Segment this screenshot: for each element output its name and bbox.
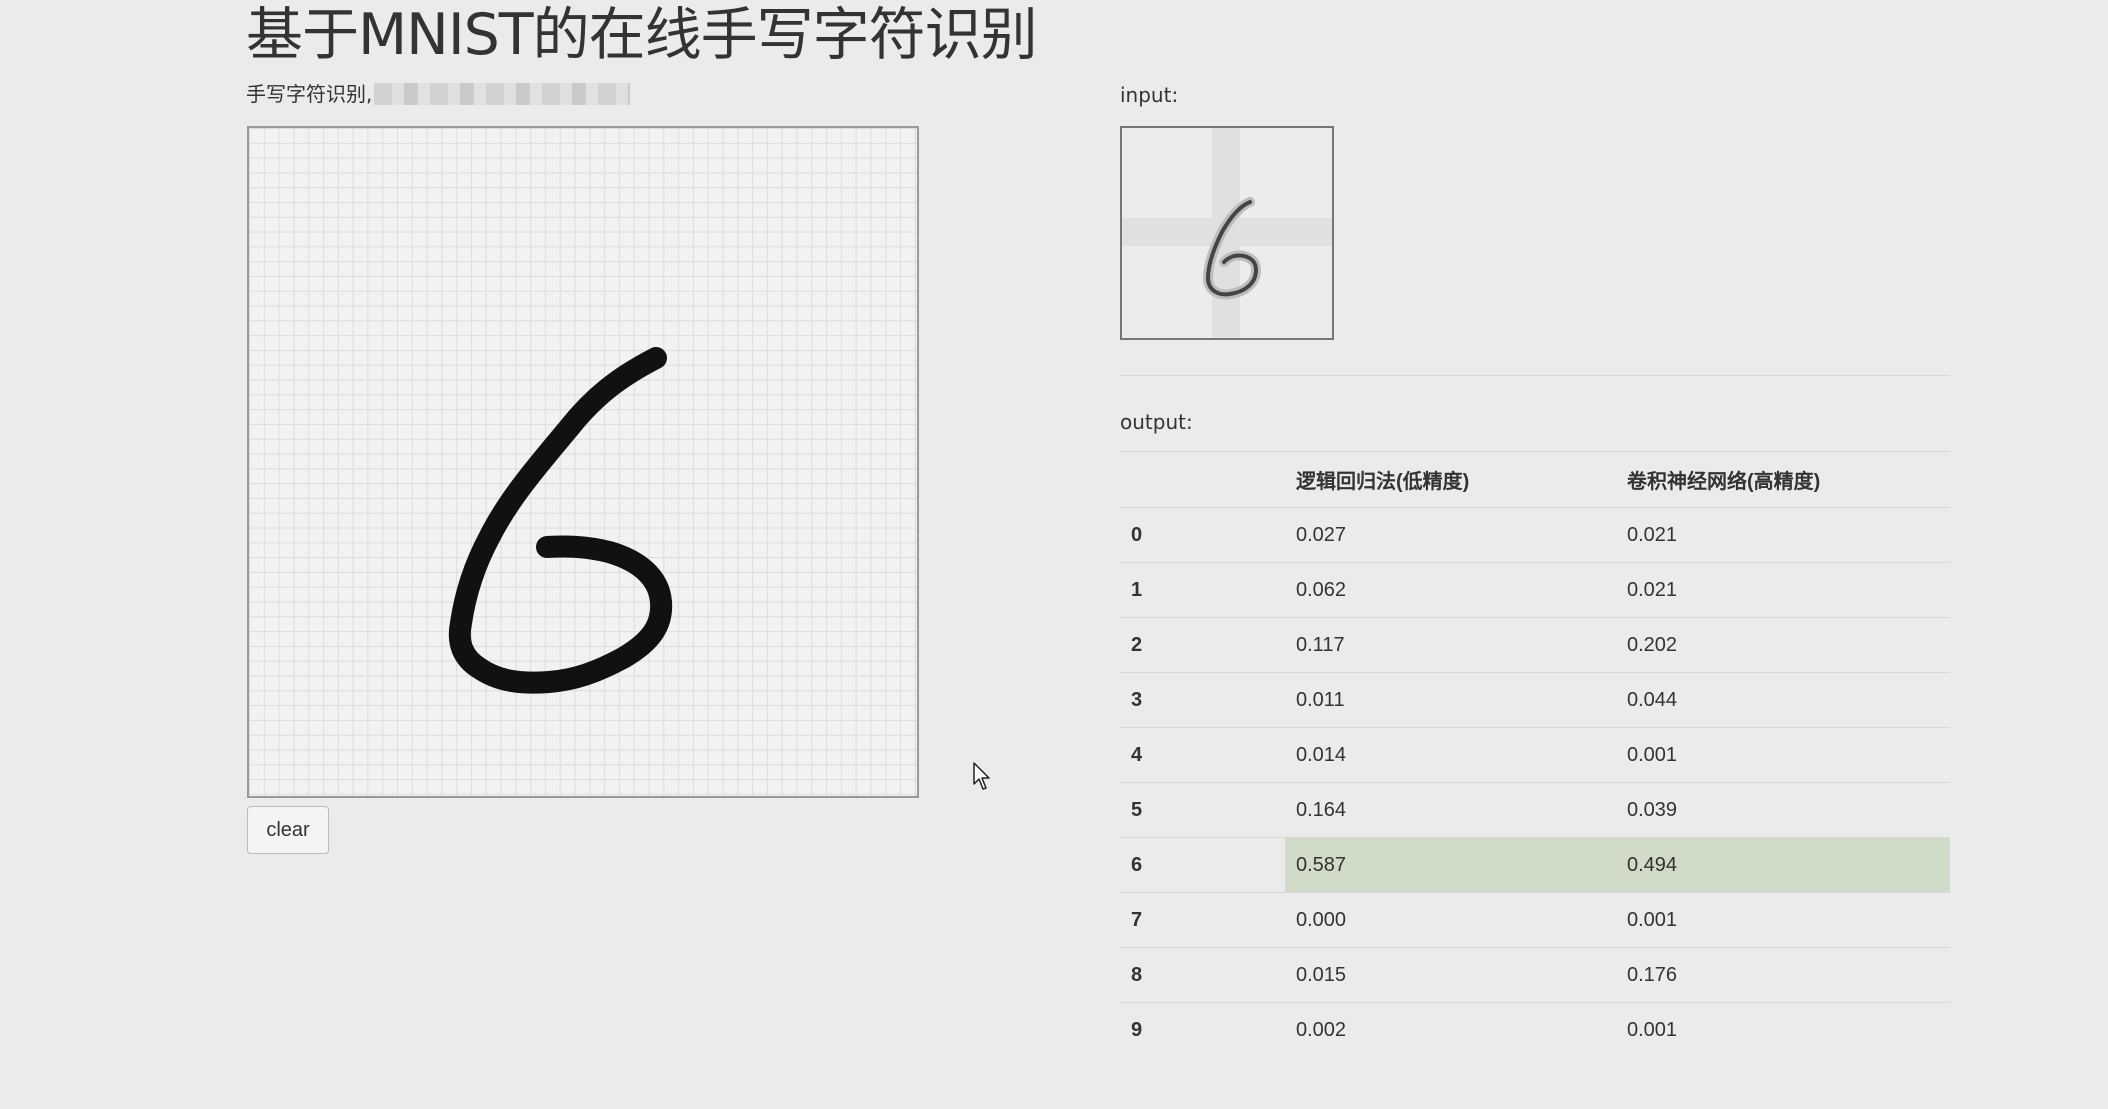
- output-label: output:: [1120, 410, 1193, 434]
- row-digit: 0: [1120, 507, 1285, 563]
- clear-button[interactable]: clear: [247, 806, 329, 854]
- row-digit: 7: [1120, 892, 1285, 948]
- lr-probability: 0.164: [1285, 782, 1616, 838]
- table-row: 7 0.000 0.001: [1120, 892, 1950, 948]
- drawn-stroke: [448, 347, 673, 694]
- redacted-text: [374, 83, 631, 105]
- cnn-probability: 0.176: [1616, 947, 1950, 1003]
- drawing-canvas[interactable]: [247, 126, 919, 798]
- table-row: 4 0.014 0.001: [1120, 727, 1950, 783]
- section-divider: [1120, 375, 1950, 376]
- lr-probability: 0.587: [1285, 837, 1616, 893]
- table-row: 2 0.117 0.202: [1120, 617, 1950, 673]
- row-digit: 9: [1120, 1002, 1285, 1057]
- cnn-probability: 0.494: [1616, 837, 1950, 893]
- cnn-probability: 0.202: [1616, 617, 1950, 673]
- table-row: 3 0.011 0.044: [1120, 672, 1950, 728]
- row-digit: 5: [1120, 782, 1285, 838]
- table-row: 1 0.062 0.021: [1120, 562, 1950, 618]
- mnist-app: 基于MNIST的在线手写字符识别 手写字符识别, clear input: ou…: [0, 0, 2108, 1109]
- header-cnn: 卷积神经网络(高精度): [1616, 451, 1950, 508]
- table-row: 0 0.027 0.021: [1120, 507, 1950, 563]
- header-logistic-regression: 逻辑回归法(低精度): [1285, 451, 1616, 508]
- cnn-probability: 0.044: [1616, 672, 1950, 728]
- lr-probability: 0.027: [1285, 507, 1616, 563]
- row-digit: 8: [1120, 947, 1285, 1003]
- cnn-probability: 0.001: [1616, 892, 1950, 948]
- subtitle-text: 手写字符识别,: [246, 82, 373, 106]
- table-row: 9 0.002 0.001: [1120, 1002, 1950, 1057]
- lr-probability: 0.014: [1285, 727, 1616, 783]
- header-digit: [1120, 451, 1285, 508]
- cnn-probability: 0.021: [1616, 507, 1950, 563]
- cnn-probability: 0.021: [1616, 562, 1950, 618]
- prediction-table: 逻辑回归法(低精度) 卷积神经网络(高精度) 0 0.027 0.021 1 0.06…: [1120, 451, 1950, 1057]
- row-digit: 2: [1120, 617, 1285, 673]
- mouse-pointer-icon: [973, 762, 993, 796]
- lr-probability: 0.002: [1285, 1002, 1616, 1057]
- lr-probability: 0.117: [1285, 617, 1616, 673]
- cnn-probability: 0.001: [1616, 1002, 1950, 1057]
- lr-probability: 0.011: [1285, 672, 1616, 728]
- cnn-probability: 0.001: [1616, 727, 1950, 783]
- table-header-row: 逻辑回归法(低精度) 卷积神经网络(高精度): [1120, 451, 1950, 508]
- row-digit: 4: [1120, 727, 1285, 783]
- input-preview-image: [1120, 126, 1334, 340]
- lr-probability: 0.000: [1285, 892, 1616, 948]
- lr-probability: 0.015: [1285, 947, 1616, 1003]
- page-title: 基于MNIST的在线手写字符识别: [246, 2, 1038, 68]
- row-digit: 1: [1120, 562, 1285, 618]
- table-row: 5 0.164 0.039: [1120, 782, 1950, 838]
- page-subtitle: 手写字符识别,: [246, 80, 631, 108]
- row-digit: 6: [1120, 837, 1285, 893]
- cnn-probability: 0.039: [1616, 782, 1950, 838]
- table-row: 8 0.015 0.176: [1120, 947, 1950, 1003]
- lr-probability: 0.062: [1285, 562, 1616, 618]
- input-label: input:: [1120, 83, 1179, 107]
- row-digit: 3: [1120, 672, 1285, 728]
- table-row-highlighted: 6 0.587 0.494: [1120, 837, 1950, 893]
